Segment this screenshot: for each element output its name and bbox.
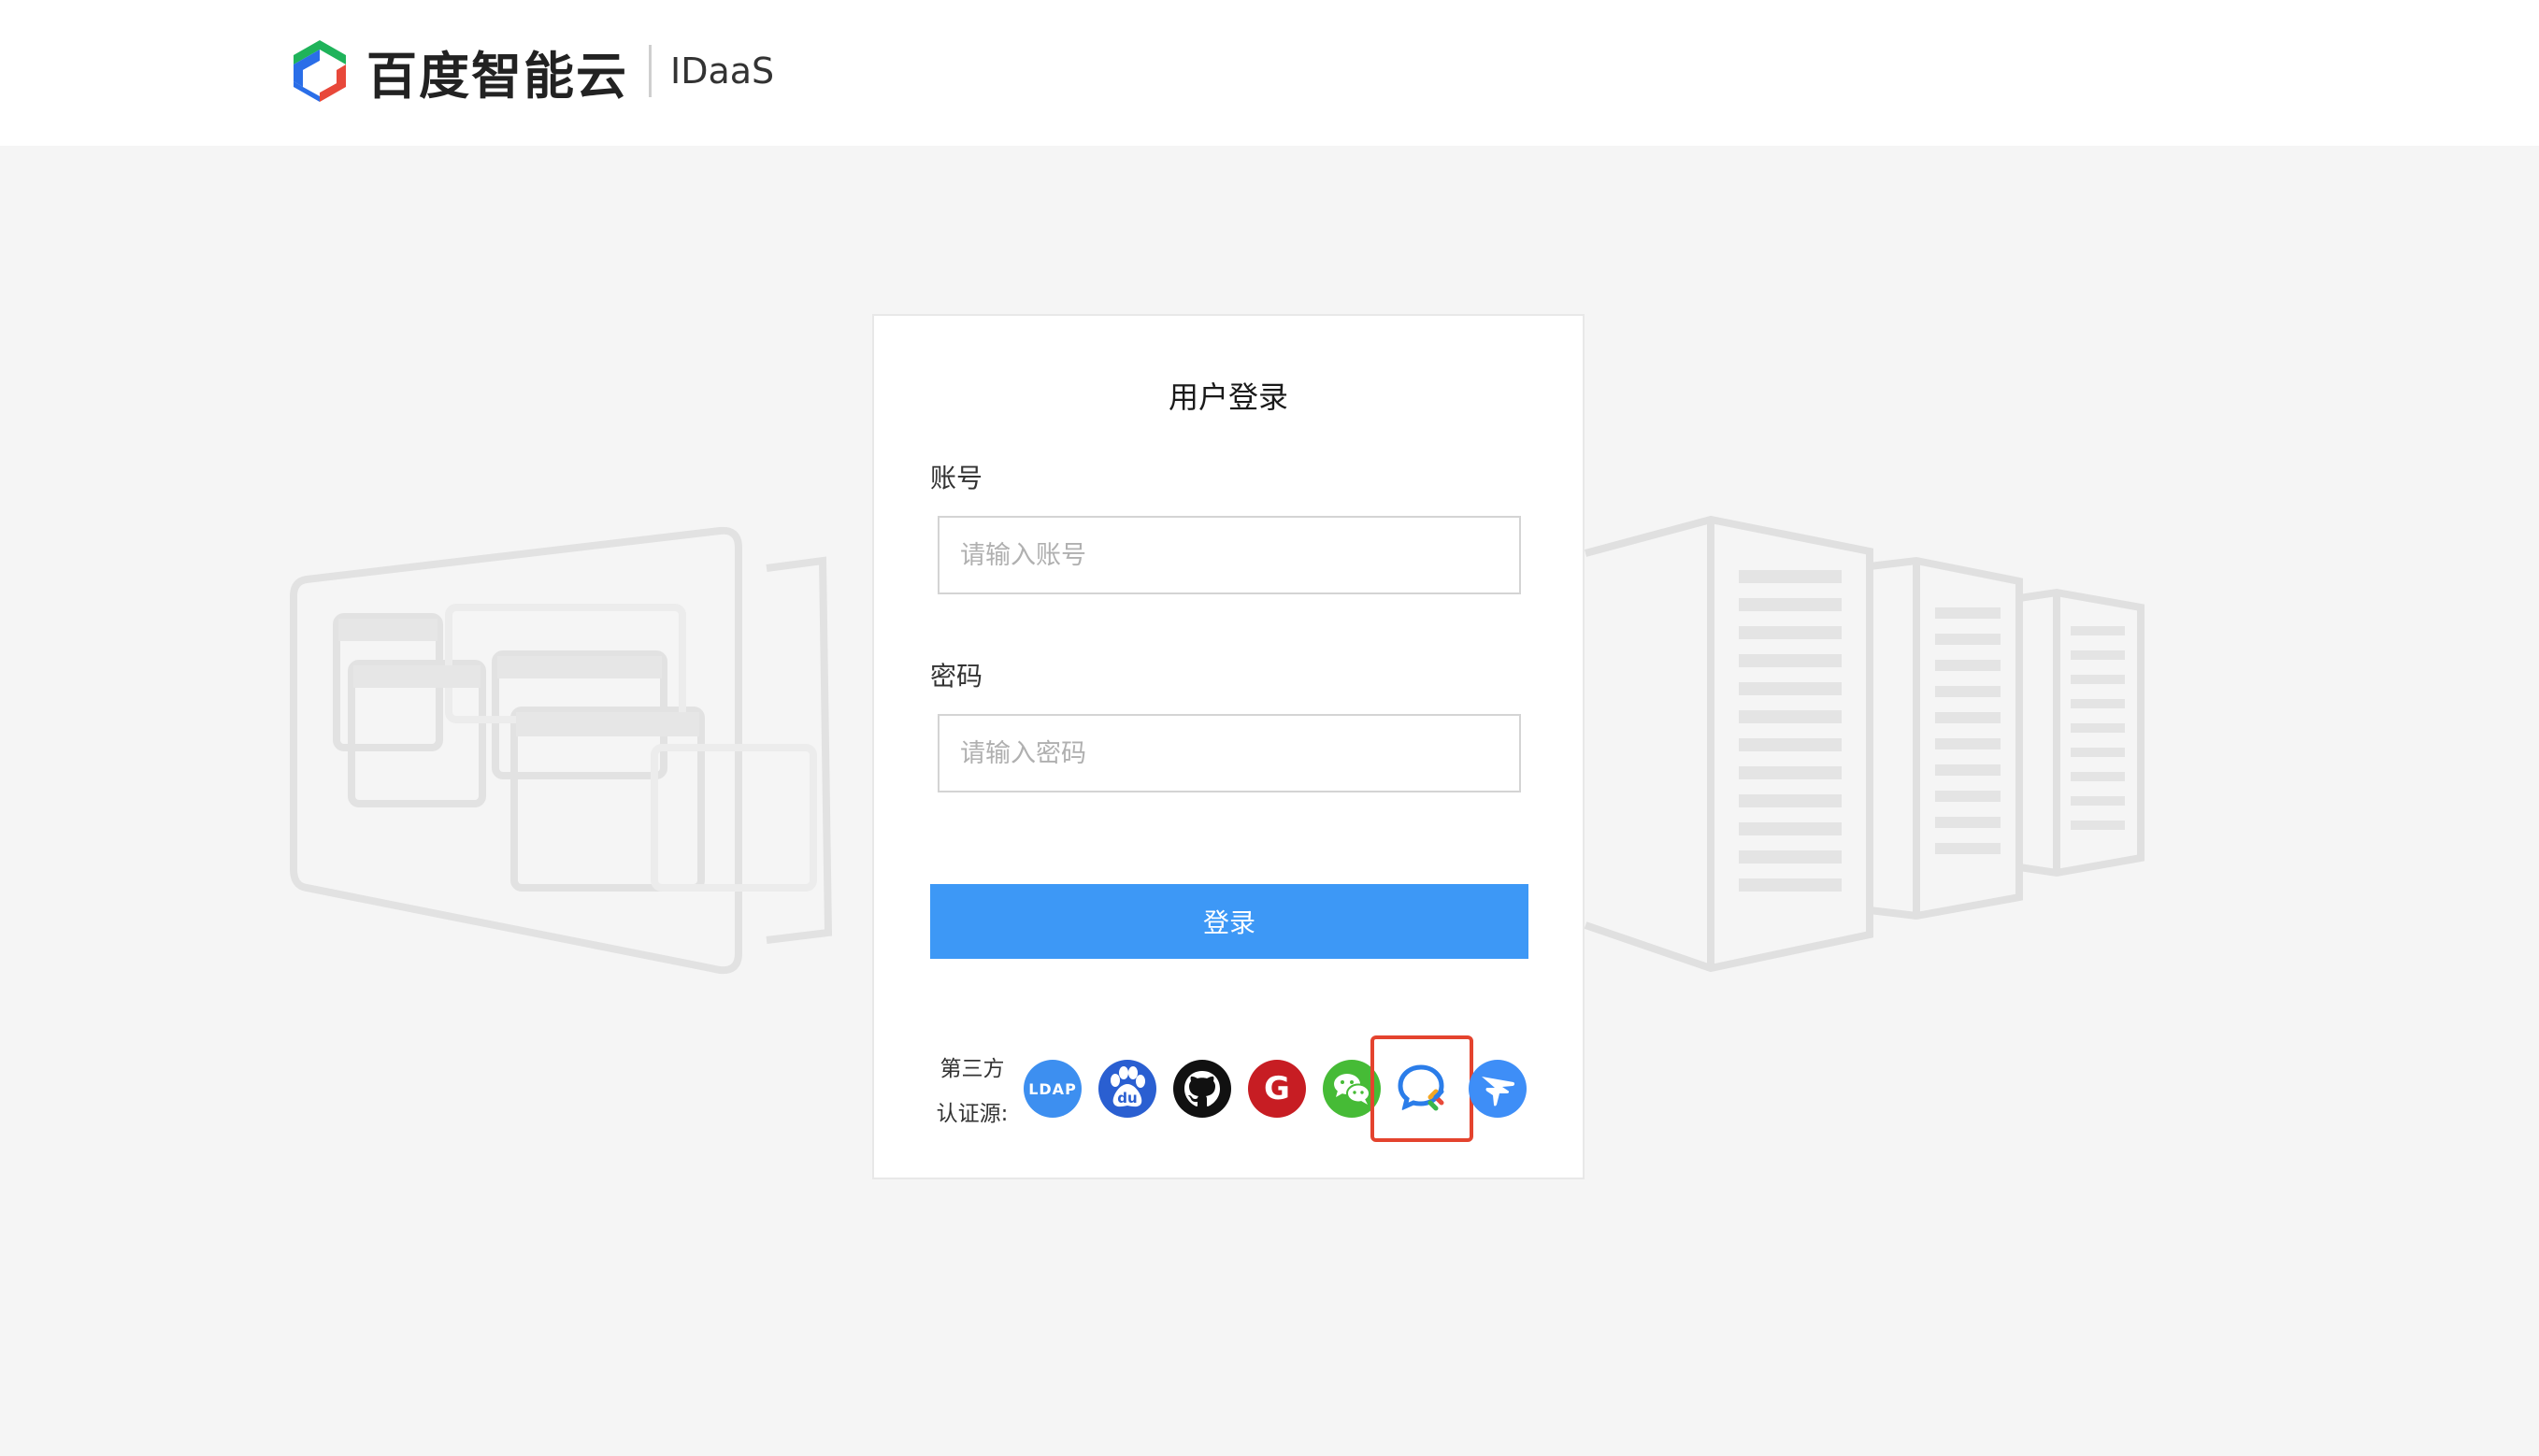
sso-github-button[interactable] — [1173, 1060, 1231, 1118]
sso-wechat-button[interactable] — [1323, 1060, 1381, 1118]
login-card: 用户登录 账号 密码 登录 第三方 认证源: LDAP du G — [872, 314, 1585, 1179]
background-windows-illustration — [290, 526, 833, 975]
baidu-paw-icon — [1111, 1066, 1145, 1107]
background-servers-illustration — [1584, 515, 2145, 972]
ldap-icon: LDAP — [1028, 1079, 1077, 1098]
sso-baidu-button[interactable] — [1098, 1060, 1156, 1118]
gitee-icon: G — [1264, 1070, 1290, 1107]
baidu-du-text: du — [1117, 1090, 1138, 1106]
brand-name: 百度智能云 — [366, 46, 628, 106]
github-icon — [1184, 1071, 1220, 1106]
login-button[interactable]: 登录 — [930, 884, 1528, 959]
product-name: IDaaS — [670, 50, 775, 92]
brand-logo[interactable]: 百度智能云 IDaaS — [290, 34, 774, 108]
account-label: 账号 — [930, 463, 983, 493]
sso-gitee-button[interactable]: G — [1248, 1060, 1306, 1118]
wechat-icon — [1334, 1074, 1370, 1105]
wecom-chat-icon — [1398, 1064, 1444, 1111]
login-title: 用户登录 — [1168, 379, 1288, 415]
brand-divider — [649, 45, 652, 97]
dingtalk-icon — [1482, 1077, 1515, 1106]
sso-ldap-button[interactable]: LDAP — [1024, 1060, 1082, 1118]
sso-dingtalk-button[interactable] — [1469, 1060, 1527, 1118]
account-input[interactable] — [938, 516, 1521, 594]
third-party-label-line1: 第三方 — [940, 1057, 1005, 1081]
third-party-label-line2: 认证源: — [936, 1102, 1009, 1126]
password-input[interactable] — [938, 714, 1521, 792]
sso-wecom-button[interactable] — [1393, 1060, 1451, 1118]
third-party-label: 第三方 认证源: — [930, 1047, 1014, 1136]
top-header: 百度智能云 IDaaS — [0, 0, 2539, 146]
password-label: 密码 — [930, 661, 983, 692]
baidu-cloud-logo-icon — [294, 40, 346, 102]
